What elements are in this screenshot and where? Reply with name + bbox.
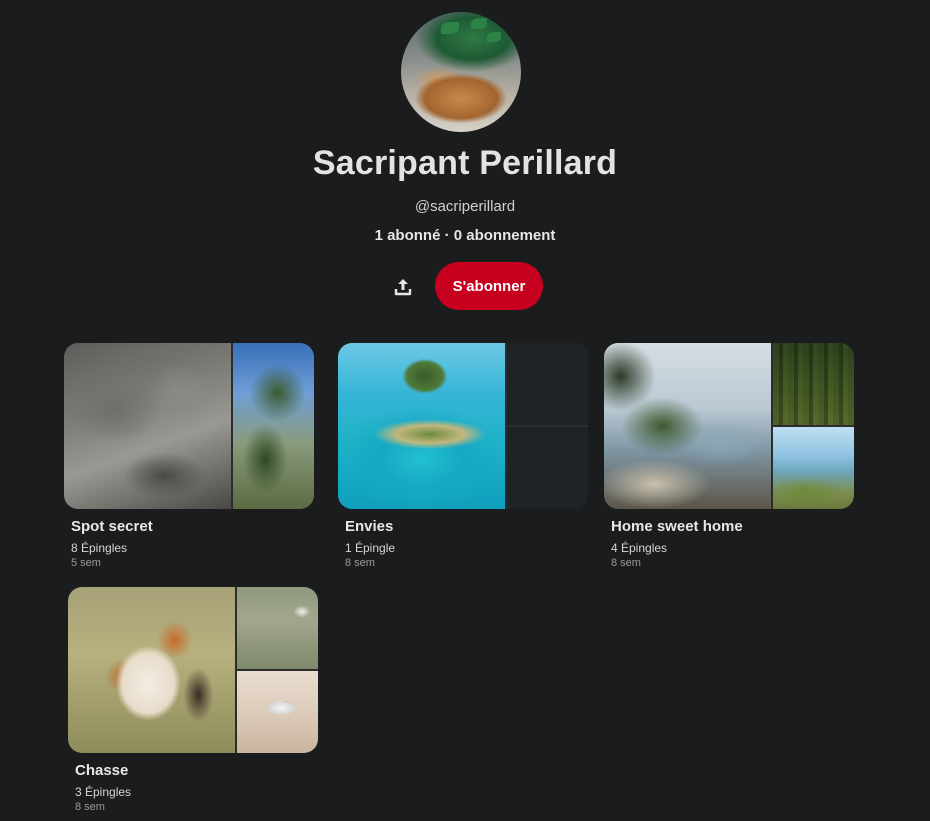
board-card[interactable]: Spot secret 8 Épingles 5 sem [64, 343, 316, 569]
board-cover-side-image [237, 587, 318, 669]
board-cover[interactable] [604, 343, 854, 509]
share-upload-icon [394, 279, 412, 296]
board-pin-count: 8 Épingles [71, 541, 128, 555]
board-title[interactable]: Chasse [75, 762, 320, 779]
follow-button[interactable]: S'abonner [435, 262, 543, 310]
board-cover-main-image [338, 343, 505, 509]
board-cover-side-image [237, 671, 318, 753]
board-cover-main-image [604, 343, 771, 509]
profile-handle: @sacriperillard [414, 198, 516, 215]
board-age: 8 sem [75, 801, 105, 813]
board-pin-count: 4 Épingles [611, 541, 668, 555]
share-button[interactable] [386, 270, 420, 304]
board-cover[interactable] [68, 587, 318, 753]
leaf-decoration [441, 22, 459, 34]
profile-name: Sacripant Perillard [312, 144, 618, 182]
board-age: 8 sem [611, 557, 641, 569]
profile-page: Sacripant Perillard @sacriperillard 1 ab… [0, 0, 930, 821]
follower-stats[interactable]: 1 abonné · 0 abonnement [0, 227, 930, 244]
board-cover-side-image [773, 343, 854, 425]
profile-avatar[interactable] [401, 12, 521, 132]
board-pin-count: 3 Épingles [75, 785, 132, 799]
board-age: 8 sem [345, 557, 375, 569]
board-cover[interactable] [338, 343, 588, 509]
board-age: 5 sem [71, 557, 101, 569]
board-pin-count: 1 Épingle [345, 541, 396, 555]
leaf-decoration [471, 18, 487, 29]
board-cover-side-image [773, 427, 854, 509]
board-title[interactable]: Spot secret [71, 518, 316, 535]
board-card[interactable]: Home sweet home 4 Épingles 8 sem [604, 343, 856, 569]
board-title[interactable]: Home sweet home [611, 518, 856, 535]
leaf-decoration [487, 32, 501, 42]
board-card[interactable]: Chasse 3 Épingles 8 sem [68, 587, 320, 813]
board-cover[interactable] [64, 343, 314, 509]
board-cover-main-image [68, 587, 235, 753]
board-cover-empty-slot [507, 343, 588, 425]
board-cover-main-image [64, 343, 231, 509]
board-title[interactable]: Envies [345, 518, 590, 535]
board-cover-empty-slot [507, 427, 588, 509]
board-card[interactable]: Envies 1 Épingle 8 sem [338, 343, 590, 569]
board-cover-side-image [233, 343, 314, 509]
